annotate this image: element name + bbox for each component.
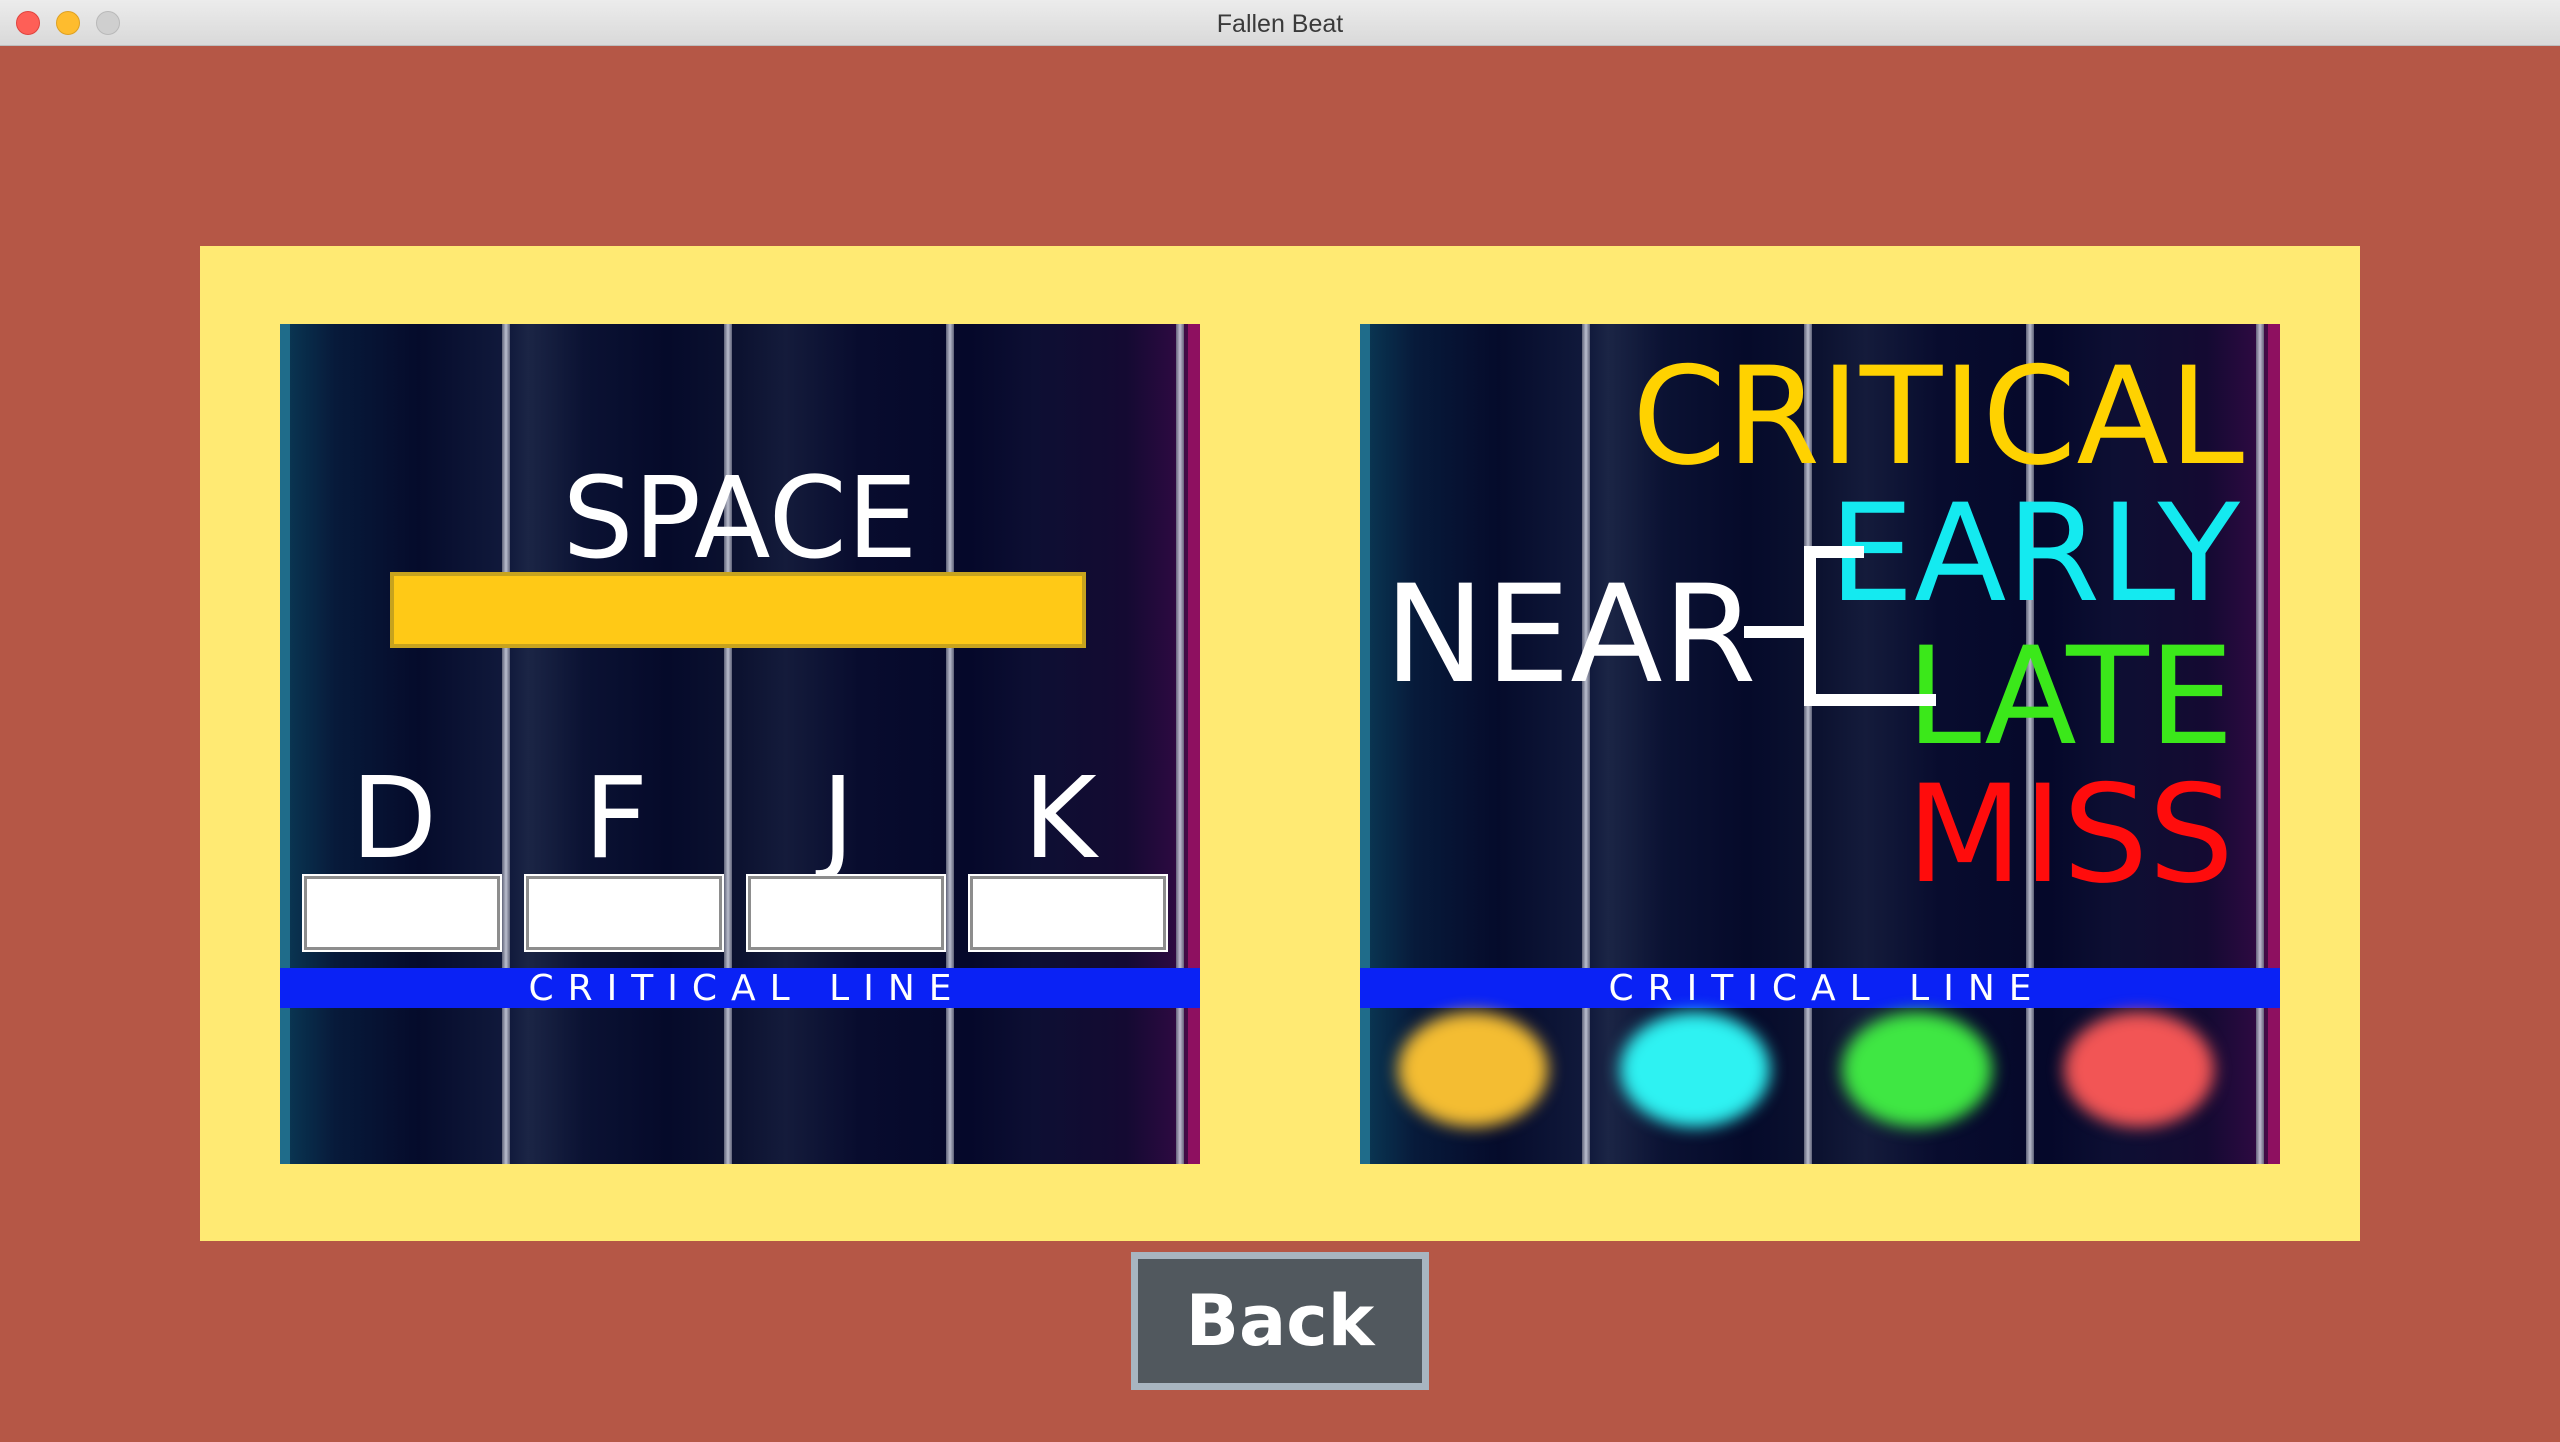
- stage-edge-right: [2268, 324, 2280, 1164]
- lane-divider: [1582, 324, 1590, 1164]
- lane-note-k: [968, 874, 1168, 952]
- lane-divider: [946, 324, 954, 1164]
- near-bracket-late-arm: [1804, 694, 1936, 706]
- stage-edge-left: [1360, 324, 1370, 1164]
- lane-divider: [1176, 324, 1184, 1164]
- tutorial-panel: SPACE D F J K CRITICAL LINE CRITICAL EAR…: [200, 246, 2360, 1241]
- key-label-j: J: [821, 754, 855, 884]
- space-key-label: SPACE: [562, 454, 918, 584]
- title-bar: Fallen Beat: [0, 0, 2560, 46]
- critical-hit-effect: [1398, 1012, 1548, 1127]
- lane-divider: [502, 324, 510, 1164]
- window-title: Fallen Beat: [1216, 10, 1344, 38]
- lane-note-d: [302, 874, 502, 952]
- critical-line-bar: CRITICAL LINE: [1360, 968, 2280, 1009]
- near-bracket-spine: [1804, 546, 1816, 706]
- judgement-early: EARLY: [1828, 475, 2240, 632]
- key-mapping-stage: SPACE D F J K CRITICAL LINE: [280, 324, 1200, 1164]
- late-hit-effect: [1842, 1012, 1992, 1127]
- key-label-f: F: [583, 754, 649, 884]
- judgement-late: LATE: [1906, 618, 2234, 775]
- lane-note-j: [746, 874, 946, 952]
- lane-divider: [724, 324, 732, 1164]
- lane-note-f: [524, 874, 724, 952]
- lane-divider: [2256, 324, 2264, 1164]
- space-note: [390, 572, 1086, 648]
- judgement-miss: MISS: [1906, 756, 2234, 913]
- back-button[interactable]: Back: [1131, 1252, 1429, 1390]
- stage-edge-right: [1188, 324, 1200, 1164]
- judgement-critical: CRITICAL: [1632, 338, 2244, 495]
- early-hit-effect: [1620, 1012, 1770, 1127]
- near-bracket-early-arm: [1804, 546, 1864, 558]
- key-label-d: D: [350, 754, 438, 884]
- judgement-near: NEAR: [1384, 556, 1757, 713]
- critical-line-bar: CRITICAL LINE: [280, 968, 1200, 1009]
- key-label-k: K: [1023, 754, 1097, 884]
- miss-hit-effect: [2064, 1012, 2214, 1127]
- judgement-stage: CRITICAL EARLY LATE MISS NEAR CRITICAL L…: [1360, 324, 2280, 1164]
- stage-edge-left: [280, 324, 290, 1164]
